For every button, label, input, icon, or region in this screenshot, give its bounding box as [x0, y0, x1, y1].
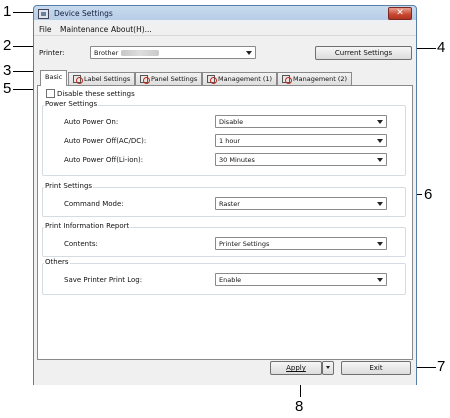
- callout-5: 5: [3, 80, 12, 97]
- chevron-down-icon: [326, 366, 330, 369]
- current-settings-button[interactable]: Current Settings: [315, 46, 412, 60]
- others-title: Others: [44, 258, 70, 266]
- chevron-down-icon: [377, 242, 383, 246]
- tab-panel-settings[interactable]: Panel Settings: [135, 72, 203, 85]
- callout-4-line: [415, 48, 436, 49]
- chevron-down-icon: [377, 278, 383, 282]
- menu-about[interactable]: About(H)...: [111, 24, 152, 35]
- disabled-settings-icon: [140, 74, 150, 84]
- close-icon: ✕: [396, 8, 404, 18]
- apply-button[interactable]: Apply: [270, 361, 322, 375]
- chevron-down-icon: [377, 202, 383, 206]
- power-settings-title: Power Settings: [44, 100, 99, 108]
- auto-power-off-ac-label: Auto Power Off(AC/DC):: [64, 137, 147, 145]
- tab-management-2[interactable]: Management (2): [277, 72, 353, 85]
- command-mode-select[interactable]: Raster: [215, 197, 387, 210]
- callout-1-line: [13, 12, 35, 13]
- save-print-log-value: Enable: [219, 275, 242, 284]
- dialog-body: Printer: Brother Current Settings Basic …: [34, 36, 416, 385]
- printer-select-value: Brother: [94, 48, 119, 57]
- exit-button[interactable]: Exit: [341, 361, 411, 375]
- contents-select[interactable]: Printer Settings: [215, 237, 387, 250]
- tab-label-settings-label: Label Settings: [84, 75, 131, 83]
- auto-power-on-value: Disable: [219, 117, 244, 126]
- disable-settings-checkbox[interactable]: [46, 89, 55, 98]
- title-bar[interactable]: Device Settings ✕: [34, 6, 416, 23]
- disable-settings-label: Disable these settings: [57, 90, 135, 98]
- auto-power-on-label: Auto Power On:: [64, 118, 119, 126]
- tab-management-1[interactable]: Management (1): [202, 72, 278, 85]
- window-title: Device Settings: [54, 9, 113, 18]
- callout-2-line: [13, 46, 35, 47]
- callout-8: 8: [295, 398, 304, 415]
- tab-label-settings[interactable]: Label Settings: [68, 72, 136, 85]
- menu-file[interactable]: File: [39, 24, 52, 35]
- command-mode-label: Command Mode:: [64, 200, 124, 208]
- printer-label: Printer:: [39, 49, 65, 57]
- chevron-down-icon: [246, 51, 252, 55]
- callout-4: 4: [437, 39, 446, 56]
- tab-basic[interactable]: Basic: [40, 70, 68, 86]
- close-button[interactable]: ✕: [388, 7, 412, 20]
- disabled-settings-icon: [282, 74, 292, 84]
- callout-7: 7: [437, 358, 446, 375]
- chevron-down-icon: [377, 120, 383, 124]
- disabled-settings-icon: [73, 74, 83, 84]
- tab-panel-settings-label: Panel Settings: [151, 75, 198, 83]
- auto-power-off-ac-select[interactable]: 1 hour: [215, 134, 387, 147]
- save-print-log-label: Save Printer Print Log:: [64, 276, 143, 284]
- tab-management-2-label: Management (2): [293, 75, 348, 83]
- tab-management-1-label: Management (1): [218, 75, 273, 83]
- auto-power-off-li-label: Auto Power Off(Li-ion):: [64, 156, 144, 164]
- apply-dropdown-button[interactable]: [322, 361, 334, 375]
- redacted-model: [121, 49, 160, 56]
- apply-button-label: Apply: [286, 364, 306, 372]
- callout-6: 6: [424, 186, 433, 203]
- callout-3: 3: [3, 62, 12, 79]
- contents-label: Contents:: [64, 240, 98, 248]
- print-settings-title: Print Settings: [44, 182, 94, 190]
- callout-2: 2: [3, 37, 12, 54]
- contents-value: Printer Settings: [219, 239, 270, 248]
- app-icon: [38, 9, 49, 19]
- auto-power-on-select[interactable]: Disable: [215, 115, 387, 128]
- command-mode-value: Raster: [219, 199, 240, 208]
- chevron-down-icon: [377, 158, 383, 162]
- menu-maintenance[interactable]: Maintenance: [60, 24, 108, 35]
- device-settings-window: Device Settings ✕ File Maintenance About…: [33, 5, 417, 385]
- auto-power-off-li-select[interactable]: 30 Minutes: [215, 153, 387, 166]
- basic-tab-panel: Disable these settings Power Settings Au…: [37, 85, 413, 360]
- chevron-down-icon: [377, 139, 383, 143]
- printer-select[interactable]: Brother: [90, 46, 256, 59]
- print-info-report-title: Print Information Report: [44, 222, 131, 230]
- disabled-settings-icon: [207, 74, 217, 84]
- auto-power-off-li-value: 30 Minutes: [219, 155, 255, 164]
- save-print-log-select[interactable]: Enable: [215, 273, 387, 286]
- auto-power-off-ac-value: 1 hour: [219, 136, 241, 145]
- callout-1: 1: [3, 3, 12, 20]
- menu-bar: File Maintenance About(H)...: [34, 23, 416, 36]
- tab-basic-label: Basic: [45, 73, 63, 81]
